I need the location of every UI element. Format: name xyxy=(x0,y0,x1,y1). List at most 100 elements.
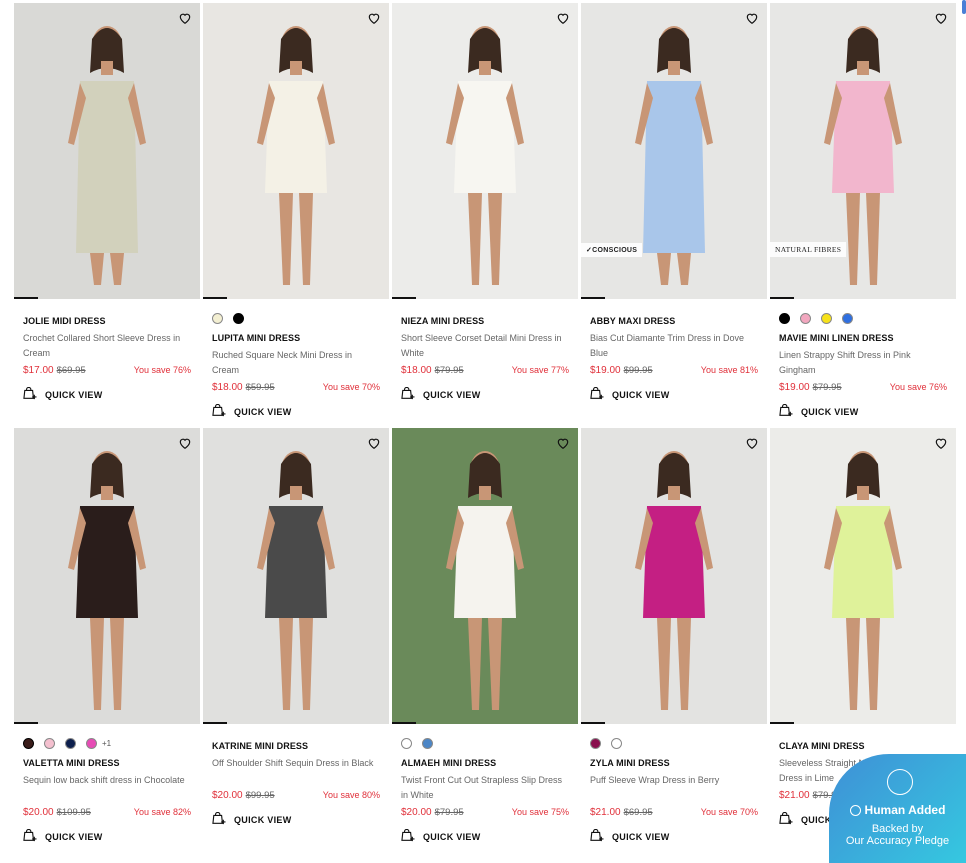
product-card[interactable]: +1 VALETTA MINI DRESS Sequin low back sh… xyxy=(14,428,200,844)
product-image-wrap[interactable] xyxy=(392,3,578,299)
more-colors-count[interactable]: +1 xyxy=(102,739,111,748)
savings-label: You save 81% xyxy=(700,365,758,375)
pledge-line1: Backed by xyxy=(871,823,924,835)
quick-view-button[interactable]: QUICK VIEW xyxy=(212,403,380,419)
product-image-wrap[interactable] xyxy=(770,428,956,724)
product-image-wrap[interactable] xyxy=(203,428,389,724)
savings-label: You save 76% xyxy=(889,382,947,392)
product-name[interactable]: KATRINE MINI DRESS xyxy=(212,741,380,751)
product-card[interactable]: JOLIE MIDI DRESS Crochet Collared Short … xyxy=(14,3,200,419)
product-name[interactable]: NIEZA MINI DRESS xyxy=(401,316,569,326)
color-swatch[interactable] xyxy=(23,737,34,749)
heart-icon[interactable] xyxy=(934,436,948,450)
product-info: MAVIE MINI LINEN DRESS Linen Strappy Shi… xyxy=(770,311,956,419)
product-card[interactable]: ZYLA MINI DRESS Puff Sleeve Wrap Dress i… xyxy=(581,428,767,844)
product-image-wrap[interactable]: NATURAL FIBRES xyxy=(770,3,956,299)
color-swatch[interactable] xyxy=(212,312,223,324)
product-name[interactable]: ZYLA MINI DRESS xyxy=(590,758,758,768)
color-swatch[interactable] xyxy=(779,312,790,324)
color-swatch[interactable] xyxy=(44,737,55,749)
product-card[interactable]: KATRINE MINI DRESS Off Shoulder Shift Se… xyxy=(203,428,389,844)
product-info: NIEZA MINI DRESS Short Sleeve Corset Det… xyxy=(392,316,578,402)
product-name[interactable]: ABBY MAXI DRESS xyxy=(590,316,758,326)
heart-icon[interactable] xyxy=(934,11,948,25)
product-description[interactable]: Ruched Square Neck Mini Dress in Cream xyxy=(212,348,380,378)
color-swatch[interactable] xyxy=(65,737,76,749)
bag-add-icon xyxy=(401,828,415,844)
quick-view-button[interactable]: QUICK VIEW xyxy=(23,828,191,844)
heart-icon[interactable] xyxy=(745,436,759,450)
color-swatch[interactable] xyxy=(401,737,412,749)
color-swatch[interactable] xyxy=(800,312,811,324)
price-line: $19.00 $79.95 You save 76% xyxy=(779,382,947,393)
quick-view-button[interactable]: QUICK VIEW xyxy=(779,403,947,419)
quick-view-button[interactable]: QUICK VIEW xyxy=(590,386,758,402)
color-swatch[interactable] xyxy=(233,312,244,324)
product-row: +1 VALETTA MINI DRESS Sequin low back sh… xyxy=(14,428,956,844)
product-card[interactable]: LUPITA MINI DRESS Ruched Square Neck Min… xyxy=(203,3,389,419)
price-line: $21.00 $69.95 You save 70% xyxy=(590,807,758,818)
product-card[interactable]: ✓CONSCIOUS ABBY MAXI DRESS Bias Cut Diam… xyxy=(581,3,767,419)
bag-add-icon xyxy=(590,828,604,844)
scrollbar[interactable] xyxy=(962,0,966,14)
product-image-wrap[interactable] xyxy=(581,428,767,724)
product-name[interactable]: LUPITA MINI DRESS xyxy=(212,333,380,343)
product-info: ABBY MAXI DRESS Bias Cut Diamante Trim D… xyxy=(581,316,767,402)
savings-label: You save 70% xyxy=(322,382,380,392)
product-info: +1 VALETTA MINI DRESS Sequin low back sh… xyxy=(14,736,200,844)
heart-icon[interactable] xyxy=(178,11,192,25)
product-description[interactable]: Crochet Collared Short Sleeve Dress in C… xyxy=(23,331,191,361)
heart-icon[interactable] xyxy=(178,436,192,450)
product-card[interactable]: NATURAL FIBRES MAVIE MINI LINEN DRESS Li… xyxy=(770,3,956,419)
quick-view-button[interactable]: QUICK VIEW xyxy=(401,386,569,402)
product-description[interactable]: Short Sleeve Corset Detail Mini Dress in… xyxy=(401,331,569,361)
quick-view-button[interactable]: QUICK VIEW xyxy=(212,811,380,827)
color-swatch[interactable] xyxy=(422,737,433,749)
image-carousel-indicator xyxy=(770,297,794,299)
product-name[interactable]: VALETTA MINI DRESS xyxy=(23,758,191,768)
bag-add-icon xyxy=(23,386,37,402)
product-card[interactable]: NIEZA MINI DRESS Short Sleeve Corset Det… xyxy=(392,3,578,419)
product-name[interactable]: MAVIE MINI LINEN DRESS xyxy=(779,333,947,343)
product-name[interactable]: ALMAEH MINI DRESS xyxy=(401,758,569,768)
quick-view-button[interactable]: QUICK VIEW xyxy=(590,828,758,844)
product-image-wrap[interactable]: ✓CONSCIOUS xyxy=(581,3,767,299)
product-description[interactable]: Off Shoulder Shift Sequin Dress in Black xyxy=(212,756,380,786)
color-swatch[interactable] xyxy=(821,312,832,324)
product-description[interactable]: Sequin low back shift dress in Chocolate xyxy=(23,773,191,803)
bag-add-icon xyxy=(23,828,37,844)
house-icon xyxy=(887,769,913,795)
savings-label: You save 75% xyxy=(511,807,569,817)
color-swatch[interactable] xyxy=(842,312,853,324)
quick-view-button[interactable]: QUICK VIEW xyxy=(401,828,569,844)
heart-icon[interactable] xyxy=(745,11,759,25)
product-image-wrap[interactable] xyxy=(14,3,200,299)
original-price: $79.95 xyxy=(434,807,464,818)
quick-view-button[interactable]: QUICK VIEW xyxy=(23,386,191,402)
bag-add-icon xyxy=(590,386,604,402)
product-image-wrap[interactable] xyxy=(14,428,200,724)
heart-icon[interactable] xyxy=(556,11,570,25)
price-line: $20.00 $99.95 You save 80% xyxy=(212,790,380,801)
color-swatch[interactable] xyxy=(590,737,601,749)
heart-icon[interactable] xyxy=(367,436,381,450)
color-swatch[interactable] xyxy=(611,737,622,749)
product-description[interactable]: Puff Sleeve Wrap Dress in Berry xyxy=(590,773,758,803)
product-grid: JOLIE MIDI DRESS Crochet Collared Short … xyxy=(14,3,956,844)
product-image-wrap[interactable] xyxy=(203,3,389,299)
accuracy-pledge-badge[interactable]: Human Added Backed by Our Accuracy Pledg… xyxy=(829,754,966,863)
product-description[interactable]: Bias Cut Diamante Trim Dress in Dove Blu… xyxy=(590,331,758,361)
product-description[interactable]: Linen Strappy Shift Dress in Pink Gingha… xyxy=(779,348,947,378)
product-image xyxy=(770,428,956,724)
heart-icon[interactable] xyxy=(367,11,381,25)
product-image-wrap[interactable] xyxy=(392,428,578,724)
quick-view-label: QUICK VIEW xyxy=(234,406,292,417)
product-name[interactable]: CLAYA MINI DRESS xyxy=(779,741,947,751)
product-description[interactable]: Twist Front Cut Out Strapless Slip Dress… xyxy=(401,773,569,803)
product-badge: NATURAL FIBRES xyxy=(770,242,847,257)
product-card[interactable]: ALMAEH MINI DRESS Twist Front Cut Out St… xyxy=(392,428,578,844)
product-name[interactable]: JOLIE MIDI DRESS xyxy=(23,316,191,326)
heart-icon[interactable] xyxy=(556,436,570,450)
color-swatch[interactable] xyxy=(86,737,97,749)
product-image xyxy=(14,428,200,724)
